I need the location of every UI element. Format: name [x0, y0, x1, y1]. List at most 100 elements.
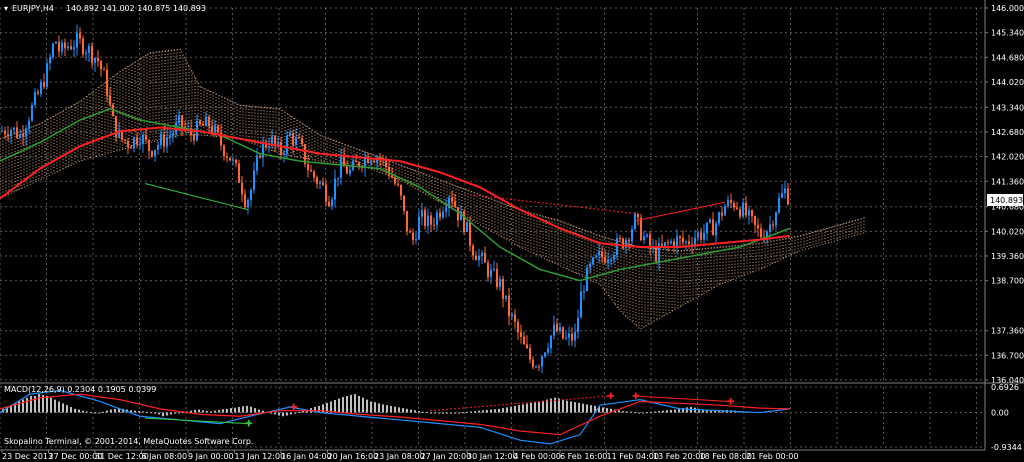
candle-body	[697, 232, 699, 238]
candle-body	[664, 242, 666, 246]
candle-body	[754, 216, 756, 226]
macd-bar	[678, 408, 680, 413]
macd-bar	[542, 400, 544, 413]
dropdown-triangle-icon[interactable]: ▾	[4, 4, 8, 13]
candle-body	[589, 264, 591, 268]
macd-bar	[394, 406, 396, 413]
symbol-label: EURJPY,H4	[12, 4, 54, 13]
candle-body	[34, 92, 36, 105]
macd-bar	[226, 408, 228, 413]
macd-bar	[574, 402, 576, 413]
macd-bar	[286, 412, 288, 416]
candle-body	[226, 156, 228, 158]
macd-bar	[506, 407, 508, 413]
candle-body	[481, 252, 483, 256]
macd-bar	[646, 412, 648, 414]
macd-bar	[514, 405, 516, 413]
candle-body	[640, 217, 642, 241]
candle-body	[286, 136, 288, 154]
candle-body	[628, 239, 630, 242]
candle-body	[400, 185, 402, 196]
macd-bar	[490, 409, 492, 413]
candle-body	[436, 212, 438, 225]
macd-bar	[606, 408, 608, 413]
candle-body	[103, 69, 105, 71]
macd-bar	[374, 402, 376, 413]
macd-bar	[178, 412, 180, 414]
candle-body	[583, 290, 585, 292]
price-tick-label: 138.700	[991, 277, 1024, 286]
macd-bar	[666, 410, 668, 413]
macd-bar	[462, 412, 464, 414]
trading-chart[interactable]: 146.000 145.340 144.680 144.020 143.340 142.6…	[0, 0, 1024, 462]
candle-body	[478, 255, 480, 261]
candle-body	[88, 45, 90, 53]
candle-body	[772, 224, 774, 226]
price-tick-label: 142.680	[991, 128, 1024, 137]
macd-bar	[242, 406, 244, 413]
price-tick-label: 146.000	[991, 4, 1024, 13]
candle-body	[178, 115, 180, 123]
macd-bar	[458, 412, 460, 414]
time-tick-label: 21 Feb 00:00	[746, 452, 798, 461]
candle-body	[310, 169, 312, 172]
candle-body	[199, 120, 201, 125]
macd-bar	[82, 410, 84, 413]
candle-body	[682, 237, 684, 243]
macd-bar	[298, 411, 300, 413]
candle-body	[301, 138, 303, 145]
candle-body	[373, 160, 375, 163]
candle-body	[388, 167, 390, 176]
candle-body	[85, 52, 87, 55]
candle-body	[418, 216, 420, 240]
macd-bar	[618, 410, 620, 413]
candle-body	[94, 58, 96, 63]
candle-body	[133, 137, 135, 149]
price-tick-label: 141.360	[991, 177, 1024, 186]
candle-body	[709, 219, 711, 223]
macd-bar	[586, 404, 588, 413]
candle-body	[340, 156, 342, 178]
price-tick-label: 143.340	[991, 103, 1024, 112]
candle-body	[565, 337, 567, 339]
macd-bar	[134, 410, 136, 413]
candle-body	[298, 136, 300, 139]
candle-body	[58, 41, 60, 52]
macd-bar	[466, 411, 468, 413]
candle-body	[322, 182, 324, 186]
macd-bar	[502, 408, 504, 413]
macd-bar	[258, 409, 260, 413]
candle-body	[55, 41, 57, 44]
price-tick-label: 137.360	[991, 327, 1024, 336]
candle-body	[403, 195, 405, 211]
candle-body	[76, 33, 78, 48]
candle-body	[502, 278, 504, 299]
candle-body	[259, 155, 261, 158]
macd-bar	[278, 412, 280, 416]
candle-body	[67, 46, 69, 49]
candle-body	[784, 188, 786, 194]
candle-body	[241, 182, 243, 195]
candle-body	[508, 295, 510, 317]
candle-body	[313, 171, 315, 178]
candle-body	[490, 269, 492, 278]
candle-body	[28, 120, 30, 129]
macd-bar	[590, 405, 592, 413]
candle-body	[607, 259, 609, 263]
candle-body	[610, 259, 612, 261]
macd-bar	[98, 412, 100, 414]
candle-body	[604, 256, 606, 263]
time-tick-label: 23 Dec 2013	[2, 452, 53, 461]
candle-body	[328, 201, 330, 207]
candle-body	[541, 356, 543, 367]
price-tick-label: 145.340	[991, 29, 1024, 38]
candle-body	[517, 321, 519, 333]
macd-bar	[158, 412, 160, 415]
macd-bar	[198, 409, 200, 413]
candle-body	[157, 145, 159, 150]
candle-body	[325, 185, 327, 202]
macd-bar	[246, 405, 248, 413]
candle-body	[529, 348, 531, 360]
candle-body	[262, 142, 264, 158]
macd-bar	[710, 410, 712, 413]
